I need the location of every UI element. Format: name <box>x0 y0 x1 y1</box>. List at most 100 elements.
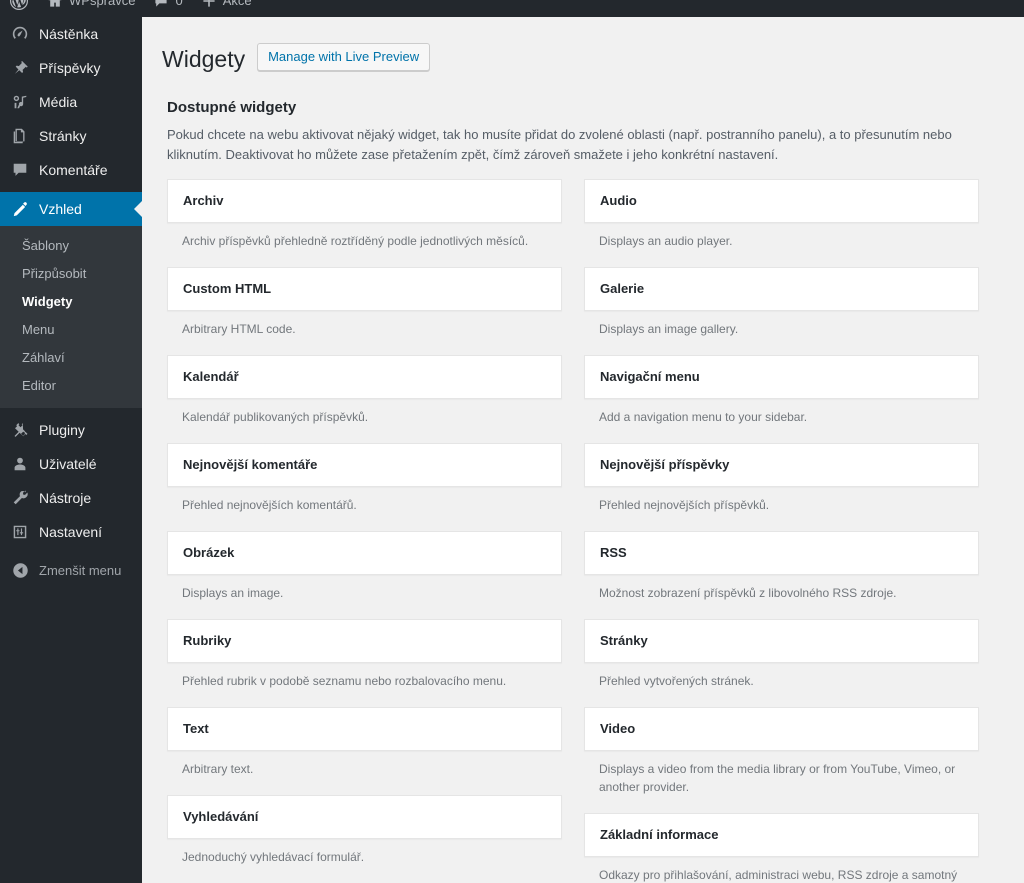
sidebar-item-settings[interactable]: Nastavení <box>0 515 142 549</box>
sidebar-item-posts[interactable]: Příspěvky <box>0 51 142 85</box>
page-title: Widgety <box>162 46 246 72</box>
user-icon <box>10 454 30 474</box>
widget-card-vyhledavani[interactable]: Vyhledávání <box>167 795 562 840</box>
widget-entry: Nejnovější komentáře Přehled nejnovějšíc… <box>167 443 562 526</box>
page-header: Widgety Manage with Live Preview <box>162 27 1004 78</box>
sidebar-item-settings-label: Nastavení <box>39 524 103 540</box>
widget-card-navigacni-menu[interactable]: Navigační menu <box>584 355 979 400</box>
sidebar-item-pages-label: Stránky <box>39 128 87 144</box>
adminbar-wordpress-logo[interactable] <box>0 0 38 17</box>
widget-card-zakladni-informace[interactable]: Základní informace <box>584 813 979 858</box>
widget-description: Přehled vytvořených stránek. <box>599 674 754 689</box>
adminbar-new-content[interactable]: Akce <box>192 0 261 17</box>
widget-title: Nejnovější příspěvky <box>600 457 730 473</box>
widget-title: Audio <box>600 193 637 209</box>
widget-description: Jednoduchý vyhledávací formulář. <box>182 850 365 865</box>
widget-card-stranky[interactable]: Stránky <box>584 619 979 664</box>
plugin-icon <box>10 420 30 440</box>
widget-title: Text <box>183 721 209 737</box>
widget-card-obrazek[interactable]: Obrázek <box>167 531 562 576</box>
submenu-item-editor[interactable]: Editor <box>0 372 142 400</box>
widget-title: Video <box>600 721 636 737</box>
wordpress-logo-icon <box>9 0 29 11</box>
widget-entry: Audio Displays an audio player. <box>584 179 979 262</box>
widget-card-rss[interactable]: RSS <box>584 531 979 576</box>
appearance-submenu: Šablony Přizpůsobit Widgety Menu Záhlaví… <box>0 226 142 408</box>
collapse-menu-button[interactable]: Zmenšit menu <box>0 553 142 587</box>
sidebar-item-media[interactable]: Média <box>0 85 142 119</box>
widget-card-text[interactable]: Text <box>167 707 562 752</box>
sidebar-item-tools-label: Nástroje <box>39 490 92 506</box>
widget-description: Přehled nejnovějších příspěvků. <box>599 498 770 513</box>
widget-description: Displays an audio player. <box>599 234 733 249</box>
widget-title: Kalendář <box>183 369 239 385</box>
widget-title: Rubriky <box>183 633 232 649</box>
widget-description: Displays an image gallery. <box>599 322 739 337</box>
adminbar-comments-count: 0 <box>175 0 183 8</box>
wrench-icon <box>10 488 30 508</box>
widgets-column-right: Audio Displays an audio player. Galerie … <box>584 179 979 883</box>
widget-title: Stránky <box>600 633 648 649</box>
submenu-item-widgets[interactable]: Widgety <box>0 288 142 316</box>
widget-description: Displays a video from the media library … <box>599 762 956 795</box>
sidebar-item-plugins-label: Pluginy <box>39 422 85 438</box>
widgets-column-left: Archiv Archiv příspěvků přehledně roztří… <box>167 179 562 883</box>
manage-with-live-preview-button[interactable]: Manage with Live Preview <box>257 43 431 71</box>
sidebar-item-comments[interactable]: Komentáře <box>0 153 142 187</box>
submenu-item-customize[interactable]: Přizpůsobit <box>0 260 142 288</box>
widget-card-nejnovejsi-komentare[interactable]: Nejnovější komentáře <box>167 443 562 488</box>
comment-icon <box>153 0 169 9</box>
widget-description: Arbitrary HTML code. <box>182 322 296 337</box>
sidebar-item-pages[interactable]: Stránky <box>0 119 142 153</box>
plus-icon <box>201 0 217 9</box>
adminbar-new-content-label: Akce <box>222 0 252 8</box>
sidebar-item-dashboard[interactable]: Nástěnka <box>0 17 142 51</box>
widget-title: Vyhledávání <box>183 809 259 825</box>
widget-card-custom-html[interactable]: Custom HTML <box>167 267 562 312</box>
submenu-item-themes[interactable]: Šablony <box>0 232 142 260</box>
home-icon <box>47 0 63 9</box>
media-icon <box>10 92 30 112</box>
widget-entry: Nejnovější příspěvky Přehled nejnovějšíc… <box>584 443 979 526</box>
widget-entry: Kalendář Kalendář publikovaných příspěvk… <box>167 355 562 438</box>
sidebar-item-comments-label: Komentáře <box>39 162 108 178</box>
widget-entry: Vyhledávání Jednoduchý vyhledávací formu… <box>167 795 562 878</box>
widget-card-audio[interactable]: Audio <box>584 179 979 224</box>
adminbar-comments[interactable]: 0 <box>144 0 191 17</box>
sidebar-item-plugins[interactable]: Pluginy <box>0 413 142 447</box>
sidebar-item-appearance[interactable]: Vzhled <box>0 192 142 226</box>
widget-card-rubriky[interactable]: Rubriky <box>167 619 562 664</box>
collapse-arrow-icon <box>10 560 30 580</box>
submenu-item-header[interactable]: Záhlaví <box>0 344 142 372</box>
sidebar-item-tools[interactable]: Nástroje <box>0 481 142 515</box>
widget-card-archiv[interactable]: Archiv <box>167 179 562 224</box>
appearance-brush-icon <box>10 199 30 219</box>
collapse-menu-label: Zmenšit menu <box>39 562 122 578</box>
widget-title: Archiv <box>183 193 224 209</box>
widget-card-video[interactable]: Video <box>584 707 979 752</box>
widget-card-galerie[interactable]: Galerie <box>584 267 979 312</box>
adminbar-site-name[interactable]: WPsprávce <box>38 0 144 17</box>
widget-description: Arbitrary text. <box>182 762 254 777</box>
widget-description: Přehled nejnovějších komentářů. <box>182 498 357 513</box>
widget-entry: Obrázek Displays an image. <box>167 531 562 614</box>
submenu-item-menus[interactable]: Menu <box>0 316 142 344</box>
widget-title: Custom HTML <box>183 281 272 297</box>
widget-title: Navigační menu <box>600 369 700 385</box>
sidebar-item-media-label: Média <box>39 94 78 110</box>
widget-title: RSS <box>600 545 627 561</box>
admin-bar: WPsprávce 0 Akce <box>0 0 1024 17</box>
widget-description: Displays an image. <box>182 586 284 601</box>
admin-sidebar-menu: Nástěnka Příspěvky Média Stránky Komentá… <box>0 17 142 883</box>
widget-card-nejnovejsi-prispevky[interactable]: Nejnovější příspěvky <box>584 443 979 488</box>
widget-description: Kalendář publikovaných příspěvků. <box>182 410 369 425</box>
widget-description: Add a navigation menu to your sidebar. <box>599 410 808 425</box>
sidebar-item-posts-label: Příspěvky <box>39 60 101 76</box>
sidebar-item-dashboard-label: Nástěnka <box>39 26 99 42</box>
pages-icon <box>10 126 30 146</box>
widget-description: Odkazy pro přihlašování, administraci we… <box>599 868 958 883</box>
widget-card-kalendar[interactable]: Kalendář <box>167 355 562 400</box>
sidebar-item-users[interactable]: Uživatelé <box>0 447 142 481</box>
widget-title: Galerie <box>600 281 645 297</box>
main-content: Widgety Manage with Live Preview Dostupn… <box>142 17 1024 883</box>
